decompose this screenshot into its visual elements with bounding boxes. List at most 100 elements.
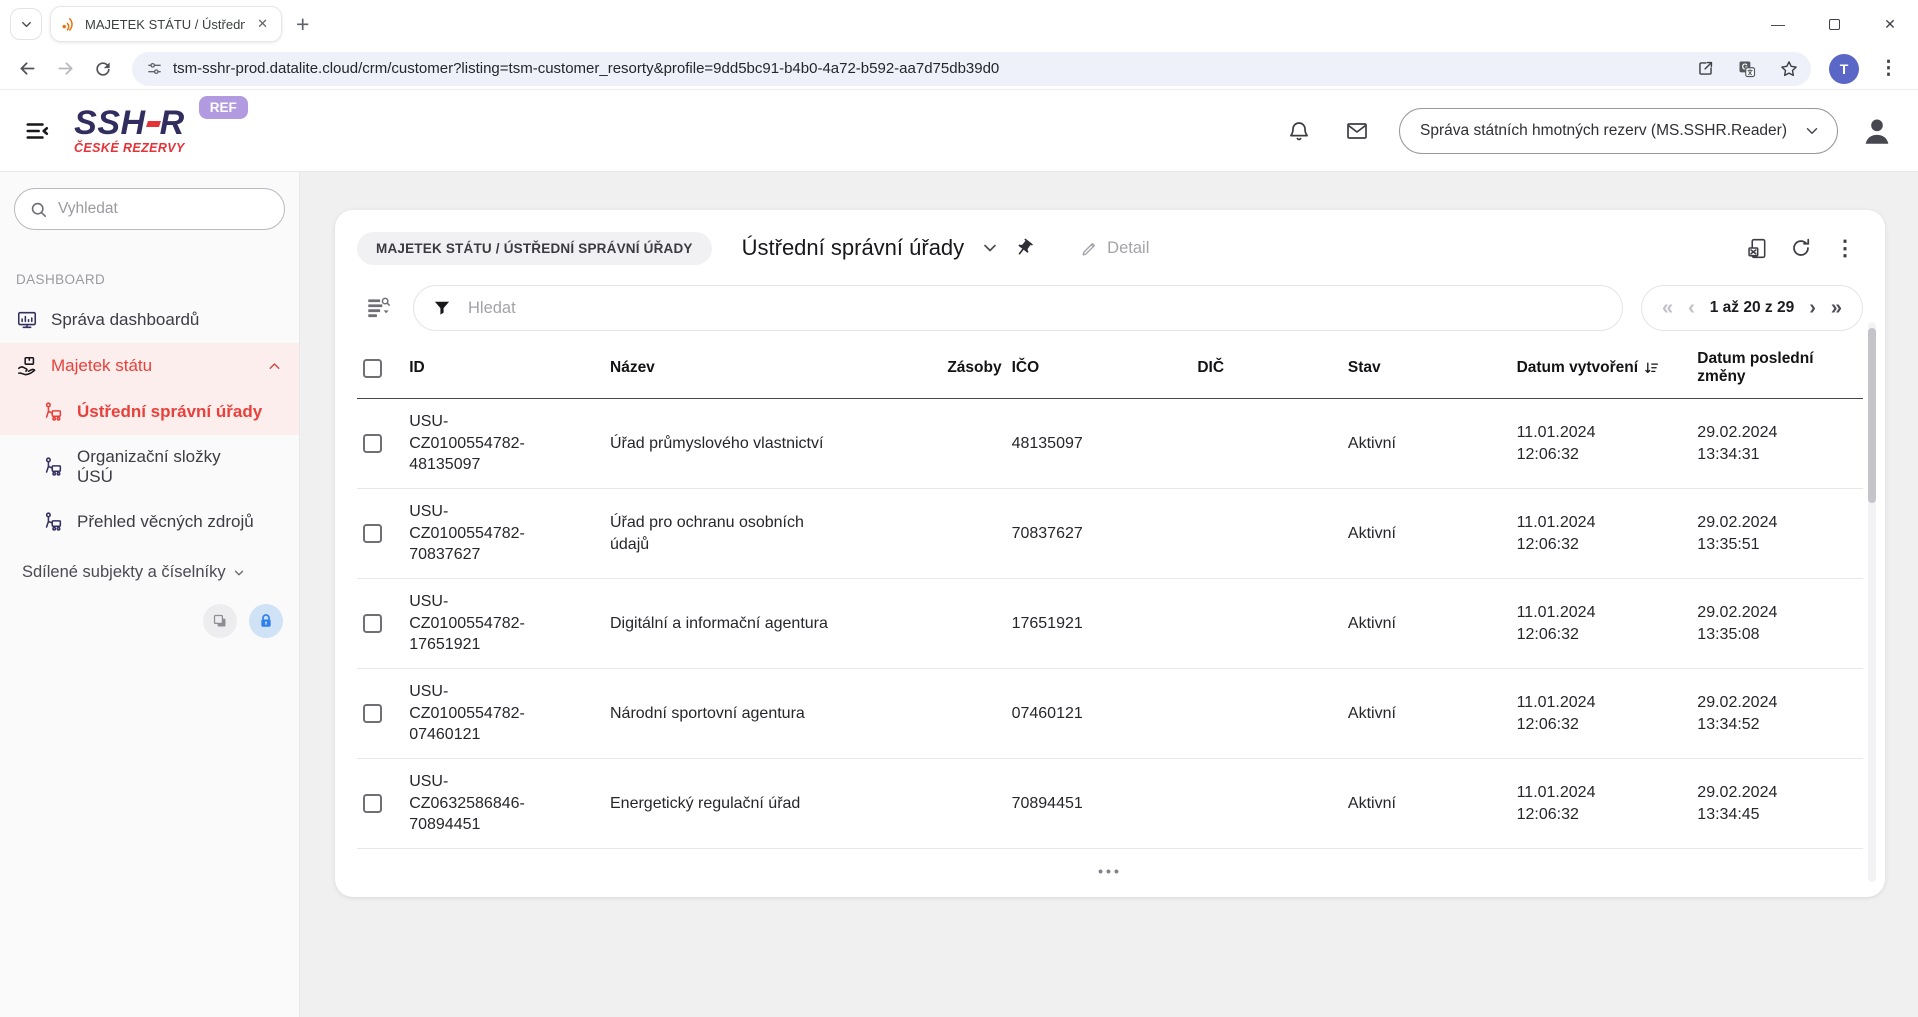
- filter-row: « ‹ 1 až 20 z 29 › »: [357, 282, 1863, 334]
- cell-nazev: Energetický regulační úřad: [610, 793, 840, 815]
- url-text[interactable]: tsm-sshr-prod.datalite.cloud/crm/custome…: [173, 60, 1679, 77]
- select-all-checkbox[interactable]: [363, 359, 382, 378]
- logo-text: SSHR: [74, 106, 184, 140]
- cell-id: USU-CZ0632586846-70894451: [409, 771, 539, 836]
- copy-button[interactable]: [203, 604, 237, 638]
- tab-close-icon[interactable]: ✕: [253, 14, 272, 34]
- site-controls-icon[interactable]: [146, 60, 163, 77]
- column-header-ico[interactable]: IČO: [1012, 340, 1198, 399]
- cell-id: USU-CZ0100554782-70837627: [409, 501, 539, 566]
- row-checkbox[interactable]: [363, 524, 382, 543]
- pin-icon[interactable]: [1014, 238, 1034, 258]
- row-checkbox[interactable]: [363, 434, 382, 453]
- translate-icon[interactable]: G: [1731, 53, 1763, 85]
- table-row[interactable]: USU-CZ0100554782-17651921 Digitální a in…: [357, 579, 1863, 669]
- refresh-icon[interactable]: [1783, 230, 1819, 266]
- cell-stav: Aktivní: [1348, 759, 1517, 849]
- table-row[interactable]: USU-CZ0100554782-48135097 Úřad průmyslov…: [357, 399, 1863, 489]
- pagination-last-icon[interactable]: »: [1831, 298, 1842, 318]
- column-header-nazev[interactable]: Název: [610, 340, 911, 399]
- bookmark-star-icon[interactable]: [1773, 53, 1805, 85]
- share-icon[interactable]: [1689, 53, 1721, 85]
- cell-dic: [1197, 489, 1348, 579]
- cell-zmeneno: 29.02.2024 13:35:08: [1697, 602, 1807, 645]
- messages-mail-icon[interactable]: [1337, 111, 1377, 151]
- cell-id: USU-CZ0100554782-48135097: [409, 411, 539, 476]
- detail-button[interactable]: Detail: [1080, 239, 1149, 258]
- notifications-bell-icon[interactable]: [1279, 111, 1319, 151]
- sidebar-item-prehled-vecnych-zdroju[interactable]: Přehled věcných zdrojů: [0, 499, 299, 545]
- column-header-stav[interactable]: Stav: [1348, 340, 1517, 399]
- saved-filters-icon[interactable]: [365, 295, 391, 321]
- pagination-next-icon[interactable]: ›: [1809, 298, 1816, 318]
- sort-descending-icon: [1643, 360, 1659, 376]
- table-search-input[interactable]: [468, 299, 1604, 318]
- role-selector[interactable]: Správa státních hmotných rezerv (MS.SSHR…: [1399, 108, 1838, 154]
- cell-id: USU-CZ0100554782-17651921: [409, 591, 539, 656]
- column-header-datum-zmeny[interactable]: Datum poslední změny: [1697, 340, 1863, 399]
- sidebar-item-sprava-dashboardu[interactable]: Správa dashboardů: [0, 297, 299, 343]
- cell-zmeneno: 29.02.2024 13:34:45: [1697, 782, 1807, 825]
- chevron-down-icon: [19, 17, 34, 32]
- cell-zasoby: [911, 579, 1011, 669]
- app-logo[interactable]: SSHR ČESKÉ REZERVY: [74, 106, 185, 155]
- sidebar-item-label: Organizační složky ÚSÚ: [77, 447, 247, 487]
- sidebar-item-organizacni-slozky[interactable]: Organizační složky ÚSÚ: [0, 435, 299, 499]
- app-header: SSHR ČESKÉ REZERVY REF Správa státních h…: [0, 90, 1918, 172]
- column-header-dic[interactable]: DIČ: [1197, 340, 1348, 399]
- browser-menu-icon[interactable]: ⋮: [1869, 57, 1908, 80]
- column-header-datum-vytvoreni[interactable]: Datum vytvoření: [1517, 340, 1698, 399]
- row-checkbox[interactable]: [363, 614, 382, 633]
- address-bar[interactable]: tsm-sshr-prod.datalite.cloud/crm/custome…: [132, 52, 1811, 86]
- breadcrumb[interactable]: MAJETEK STÁTU / ÚSTŘEDNÍ SPRÁVNÍ ÚŘADY: [357, 232, 712, 265]
- forward-icon[interactable]: [48, 52, 82, 86]
- load-more-indicator[interactable]: •••: [357, 849, 1863, 879]
- table-header-row: ID Název Zásoby IČO DIČ Stav Datum vytvo…: [357, 340, 1863, 399]
- column-header-zasoby[interactable]: Zásoby: [911, 340, 1011, 399]
- lock-button[interactable]: [249, 604, 283, 638]
- back-icon[interactable]: [10, 52, 44, 86]
- user-avatar-icon[interactable]: [1860, 114, 1894, 148]
- row-checkbox[interactable]: [363, 794, 382, 813]
- browser-profile-avatar[interactable]: T: [1829, 54, 1859, 84]
- window-controls: — ✕: [1750, 0, 1918, 48]
- title-chevron-down-icon[interactable]: [980, 238, 1000, 258]
- table-row[interactable]: USU-CZ0100554782-07460121 Národní sporto…: [357, 669, 1863, 759]
- sidebar-search[interactable]: [14, 188, 285, 230]
- sidebar-item-ustredni-spravni-urady[interactable]: Ústřední správní úřady: [0, 389, 299, 435]
- cell-zasoby: [911, 399, 1011, 489]
- table-search[interactable]: [413, 285, 1623, 331]
- browser-tab[interactable]: MAJETEK STÁTU / Ústřední sprá ✕: [50, 6, 282, 42]
- cell-ico: 70837627: [1012, 489, 1198, 579]
- tab-search-button[interactable]: [10, 8, 42, 40]
- table-row[interactable]: USU-CZ0100554782-70837627 Úřad pro ochra…: [357, 489, 1863, 579]
- main-area: MAJETEK STÁTU / ÚSTŘEDNÍ SPRÁVNÍ ÚŘADY Ú…: [300, 172, 1918, 1017]
- close-window-icon[interactable]: ✕: [1862, 0, 1918, 48]
- export-excel-icon[interactable]: [1739, 230, 1775, 266]
- logo-dash: [146, 121, 161, 127]
- sidebar-collapse-icon[interactable]: [24, 118, 50, 144]
- sidebar-group-sdilene-subjekty[interactable]: Sdílené subjekty a číselníky: [0, 551, 299, 594]
- pagination-first-icon[interactable]: «: [1662, 298, 1673, 318]
- column-header-id[interactable]: ID: [409, 340, 610, 399]
- row-checkbox[interactable]: [363, 704, 382, 723]
- lock-icon: [257, 612, 275, 630]
- cell-stav: Aktivní: [1348, 579, 1517, 669]
- cell-ico: 48135097: [1012, 399, 1198, 489]
- new-tab-button[interactable]: +: [296, 11, 309, 38]
- cell-dic: [1197, 759, 1348, 849]
- cell-dic: [1197, 399, 1348, 489]
- cell-vytvoreno: 11.01.2024 12:06:32: [1517, 782, 1627, 825]
- sidebar-item-majetek-statu[interactable]: Majetek státu: [0, 343, 299, 389]
- pagination: « ‹ 1 až 20 z 29 › »: [1641, 285, 1863, 331]
- sidebar-search-input[interactable]: [58, 200, 270, 218]
- pagination-prev-icon[interactable]: ‹: [1688, 298, 1695, 318]
- chevron-down-icon: [232, 566, 246, 580]
- maximize-icon[interactable]: [1806, 0, 1862, 48]
- porter-cart-icon: [42, 511, 64, 533]
- reload-icon[interactable]: [86, 52, 120, 86]
- more-options-icon[interactable]: ⋮: [1827, 230, 1863, 266]
- table-scrollbar-thumb[interactable]: [1868, 328, 1876, 503]
- minimize-icon[interactable]: —: [1750, 0, 1806, 48]
- table-row[interactable]: USU-CZ0632586846-70894451 Energetický re…: [357, 759, 1863, 849]
